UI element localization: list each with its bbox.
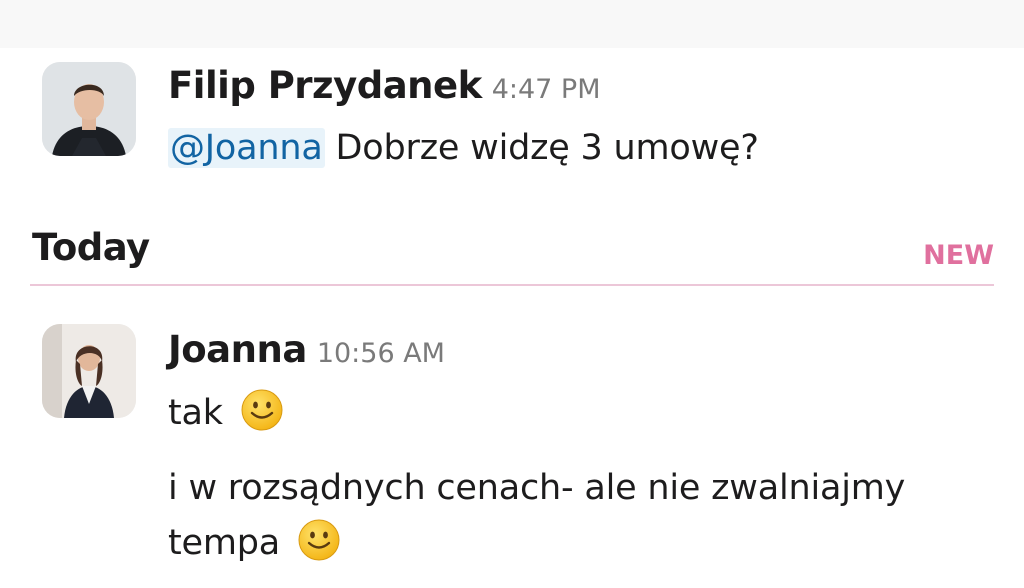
avatar-filip-image xyxy=(42,62,136,156)
top-bar xyxy=(0,0,1024,48)
avatar-filip[interactable] xyxy=(42,62,136,156)
new-messages-line xyxy=(30,284,994,286)
message-text: Dobrze widzę 3 umowę? xyxy=(335,128,759,168)
message-line: tak xyxy=(168,388,284,435)
date-divider: Today NEW xyxy=(30,226,994,288)
message-header: Joanna 10:56 AM xyxy=(168,328,445,371)
user-mention[interactable]: @Joanna xyxy=(168,128,325,168)
message-text: i w rozsądnych cenach- ale nie zwalniajm… xyxy=(168,468,906,508)
message-line: i w rozsądnych cenach- ale nie zwalniajm… xyxy=(168,466,905,510)
date-divider-label: Today xyxy=(32,226,150,269)
message-header: Filip Przydanek 4:47 PM xyxy=(168,64,601,107)
avatar-joanna-image xyxy=(42,324,136,418)
author-name[interactable]: Filip Przydanek xyxy=(168,64,482,107)
message-line: tempa xyxy=(168,518,341,565)
message-text: tempa xyxy=(168,523,281,563)
slightly-smiling-face-icon xyxy=(298,519,340,561)
timestamp[interactable]: 10:56 AM xyxy=(317,338,445,369)
slightly-smiling-face-icon xyxy=(241,389,283,431)
timestamp[interactable]: 4:47 PM xyxy=(492,74,601,105)
avatar-joanna[interactable] xyxy=(42,324,136,418)
message-body: @Joanna Dobrze widzę 3 umowę? xyxy=(168,126,759,170)
author-name[interactable]: Joanna xyxy=(168,328,307,371)
new-messages-label: NEW xyxy=(923,240,994,271)
message-text: tak xyxy=(168,393,223,433)
